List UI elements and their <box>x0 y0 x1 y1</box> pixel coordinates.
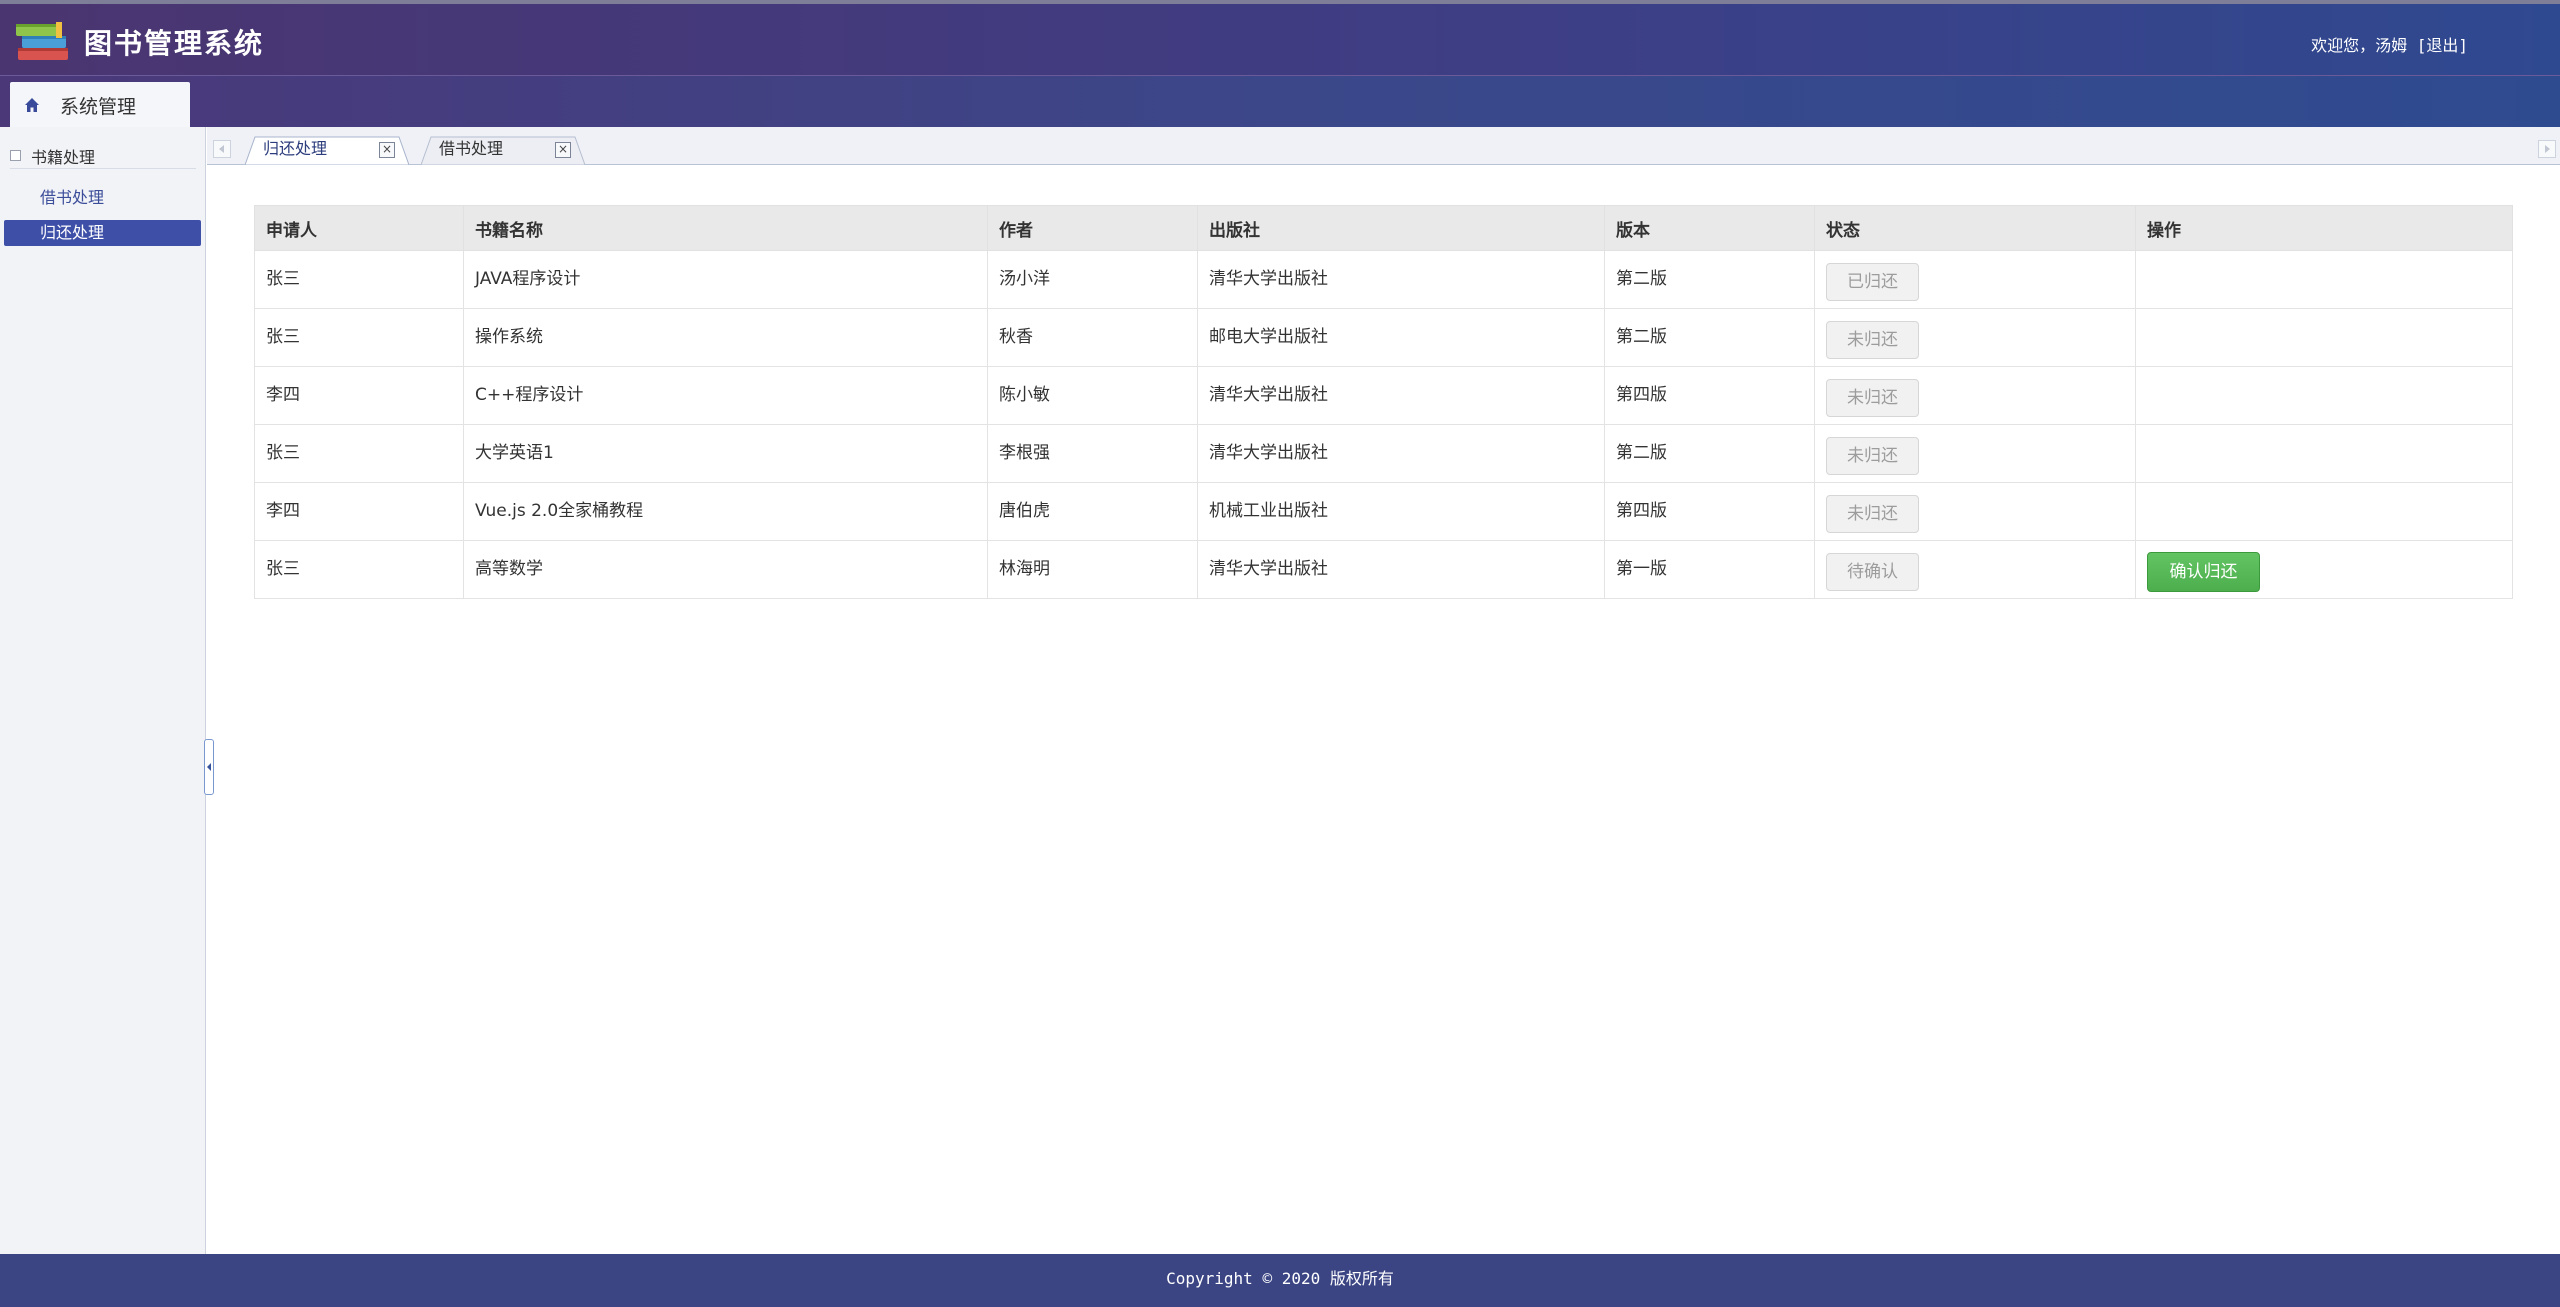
cell-action <box>2135 424 2513 483</box>
cell-applicant: 张三 <box>254 424 464 483</box>
cell-action <box>2135 482 2513 541</box>
col-author: 作者 <box>987 205 1198 251</box>
cell-book-name: 高等数学 <box>463 540 988 599</box>
cell-edition: 第二版 <box>1604 308 1815 367</box>
tab-label: 归还处理 <box>263 139 328 158</box>
cell-status: 未归还 <box>1814 308 2136 367</box>
cell-publisher: 邮电大学出版社 <box>1197 308 1605 367</box>
status-badge: 待确认 <box>1826 553 1919 591</box>
cell-status: 未归还 <box>1814 366 2136 425</box>
sidebar-item-return[interactable]: 归还处理 <box>4 220 201 246</box>
cell-edition: 第一版 <box>1604 540 1815 599</box>
home-icon <box>25 98 39 112</box>
col-book-name: 书籍名称 <box>463 205 988 251</box>
tab-strip: 归还处理 × 借书处理 × <box>207 127 2560 165</box>
cell-author: 林海明 <box>987 540 1198 599</box>
status-badge: 未归还 <box>1826 437 1919 475</box>
cell-publisher: 清华大学出版社 <box>1197 540 1605 599</box>
table-header-row: 申请人 书籍名称 作者 出版社 版本 状态 操作 <box>254 205 2513 251</box>
cell-publisher: 清华大学出版社 <box>1197 366 1605 425</box>
col-publisher: 出版社 <box>1197 205 1605 251</box>
cell-book-name: 操作系统 <box>463 308 988 367</box>
sidebar-collapse-handle[interactable] <box>204 739 214 795</box>
footer: Copyright © 2020 版权所有 <box>0 1254 2560 1307</box>
cell-author: 汤小洋 <box>987 250 1198 309</box>
sidebar-item-borrow[interactable]: 借书处理 <box>4 185 201 211</box>
col-status: 状态 <box>1814 205 2136 251</box>
table-row: 张三 操作系统 秋香 邮电大学出版社 第二版 未归还 <box>254 308 2513 367</box>
cell-action <box>2135 250 2513 309</box>
col-edition: 版本 <box>1604 205 1815 251</box>
cell-status: 待确认 <box>1814 540 2136 599</box>
cell-author: 李根强 <box>987 424 1198 483</box>
cell-edition: 第二版 <box>1604 424 1815 483</box>
cell-status: 已归还 <box>1814 250 2136 309</box>
col-applicant: 申请人 <box>254 205 464 251</box>
status-badge: 未归还 <box>1826 379 1919 417</box>
sidebar-section-books[interactable]: 书籍处理 <box>10 143 196 169</box>
cell-publisher: 清华大学出版社 <box>1197 250 1605 309</box>
cell-applicant: 张三 <box>254 308 464 367</box>
return-records-table: 申请人 书籍名称 作者 出版社 版本 状态 操作 张三 JAVA程序设计 汤小洋… <box>254 205 2513 599</box>
table-row: 张三 高等数学 林海明 清华大学出版社 第一版 待确认 确认归还 <box>254 540 2513 599</box>
cell-book-name: JAVA程序设计 <box>463 250 988 309</box>
cell-author: 陈小敏 <box>987 366 1198 425</box>
cell-applicant: 李四 <box>254 366 464 425</box>
copyright-text: Copyright © 2020 版权所有 <box>1166 1269 1394 1288</box>
cell-book-name: 大学英语1 <box>463 424 988 483</box>
cell-author: 秋香 <box>987 308 1198 367</box>
close-icon[interactable]: × <box>379 142 395 158</box>
tab-scroll-left-button[interactable] <box>213 140 231 158</box>
close-icon[interactable]: × <box>555 142 571 158</box>
col-action: 操作 <box>2135 205 2513 251</box>
status-badge: 未归还 <box>1826 321 1919 359</box>
cell-publisher: 机械工业出版社 <box>1197 482 1605 541</box>
sidebar: 书籍处理 借书处理 归还处理 <box>0 127 206 1254</box>
table-row: 李四 C++程序设计 陈小敏 清华大学出版社 第四版 未归还 <box>254 366 2513 425</box>
status-badge: 已归还 <box>1826 263 1919 301</box>
welcome-user: 欢迎您，汤姆 <box>2311 36 2408 55</box>
cell-status: 未归还 <box>1814 424 2136 483</box>
cell-applicant: 李四 <box>254 482 464 541</box>
cell-author: 唐伯虎 <box>987 482 1198 541</box>
cell-status: 未归还 <box>1814 482 2136 541</box>
books-logo-icon <box>16 22 68 60</box>
main-nav: 系统管理 <box>0 75 2560 128</box>
cell-action <box>2135 366 2513 425</box>
tab-label: 借书处理 <box>439 139 504 158</box>
cell-edition: 第四版 <box>1604 366 1815 425</box>
table-row: 李四 Vue.js 2.0全家桶教程 唐伯虎 机械工业出版社 第四版 未归还 <box>254 482 2513 541</box>
table-row: 张三 JAVA程序设计 汤小洋 清华大学出版社 第二版 已归还 <box>254 250 2513 309</box>
cell-applicant: 张三 <box>254 250 464 309</box>
collapse-box-icon <box>10 150 21 161</box>
sidebar-section-label: 书籍处理 <box>31 147 96 167</box>
table-row: 张三 大学英语1 李根强 清华大学出版社 第二版 未归还 <box>254 424 2513 483</box>
tab-scroll-right-button[interactable] <box>2538 140 2556 158</box>
app-header: 图书管理系统 欢迎您，汤姆 [退出] <box>0 0 2560 75</box>
status-badge: 未归还 <box>1826 495 1919 533</box>
cell-applicant: 张三 <box>254 540 464 599</box>
nav-tab-label: 系统管理 <box>60 95 137 118</box>
cell-publisher: 清华大学出版社 <box>1197 424 1605 483</box>
confirm-return-button[interactable]: 确认归还 <box>2147 552 2260 592</box>
tab-return[interactable]: 归还处理 × <box>245 136 409 165</box>
cell-action <box>2135 308 2513 367</box>
cell-book-name: C++程序设计 <box>463 366 988 425</box>
cell-action: 确认归还 <box>2135 540 2513 599</box>
cell-book-name: Vue.js 2.0全家桶教程 <box>463 482 988 541</box>
cell-edition: 第二版 <box>1604 250 1815 309</box>
tab-borrow[interactable]: 借书处理 × <box>421 136 585 165</box>
cell-edition: 第四版 <box>1604 482 1815 541</box>
nav-tab-system-management[interactable]: 系统管理 <box>10 82 190 128</box>
logout-link[interactable]: [退出] <box>2417 36 2468 55</box>
welcome-text: 欢迎您，汤姆 [退出] <box>2311 32 2468 56</box>
app-title: 图书管理系统 <box>84 27 265 60</box>
